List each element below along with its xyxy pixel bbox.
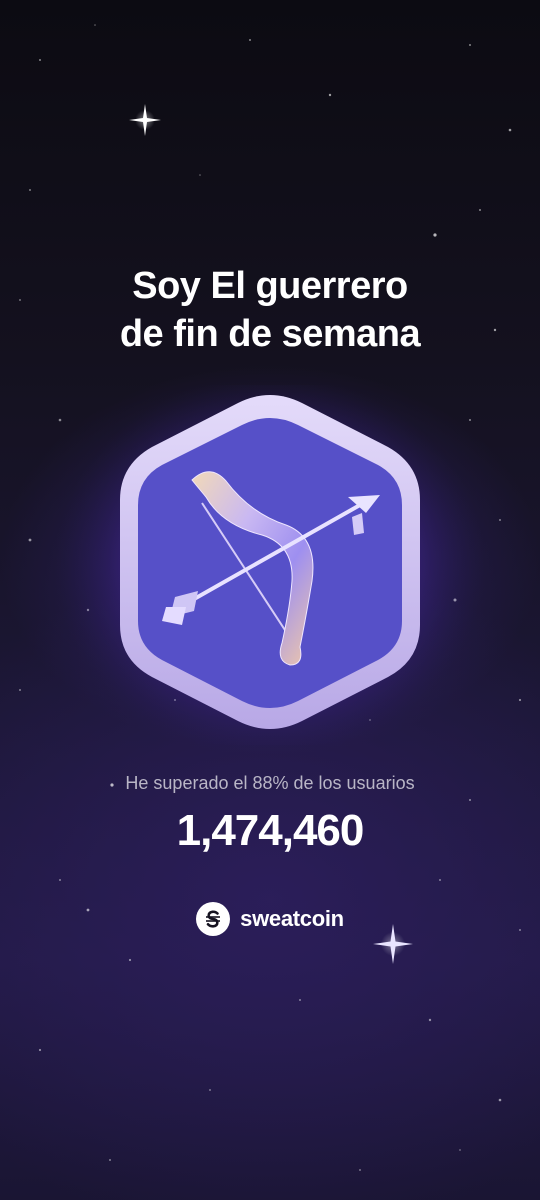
achievement-badge xyxy=(55,385,485,745)
brand-name: sweatcoin xyxy=(240,906,344,931)
sparkle-top-left xyxy=(129,104,161,136)
percentile-text: He superado el 88% de los usuarios xyxy=(125,773,415,793)
steps-count: 1,474,460 xyxy=(176,806,365,855)
sweatcoin-logo-icon xyxy=(196,902,231,936)
share-card-screen: Soy El guerrero de fin de semana He supe… xyxy=(0,0,540,1200)
brand-footer: sweatcoin xyxy=(0,902,540,936)
title-line-1: Soy El guerrero xyxy=(132,265,408,307)
badge-face xyxy=(138,418,402,708)
page-title: Soy El guerrero de fin de semana xyxy=(0,262,540,358)
title-line-2: de fin de semana xyxy=(119,313,421,355)
